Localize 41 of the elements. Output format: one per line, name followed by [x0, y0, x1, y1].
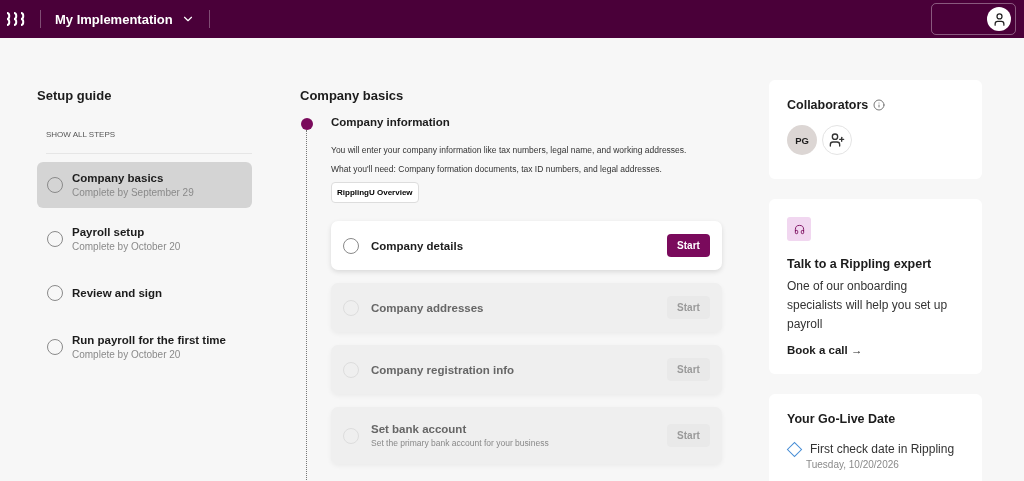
guide-step[interactable]: Review and sign [37, 270, 252, 316]
book-call-link[interactable]: Book a call → [787, 344, 964, 356]
section-title: Company basics [300, 88, 405, 103]
show-all-steps-link[interactable]: SHOW ALL STEPS [46, 130, 252, 154]
overview-button[interactable]: RipplingU Overview [331, 182, 419, 203]
card-title: Talk to a Rippling expert [787, 257, 933, 271]
workspace-dropdown[interactable]: My Implementation [55, 11, 195, 27]
step-description: You will enter your company information like tax numbers, legal name, and working addresses. [331, 145, 688, 155]
milestone-date: Tuesday, 10/20/2026 [806, 459, 900, 470]
step-title: Company basics [72, 172, 165, 184]
collaborator-avatar[interactable]: PG [787, 125, 817, 155]
milestone-title: First check date in Rippling [810, 441, 955, 458]
section-title: Setup guide [37, 88, 113, 103]
step-due-date: Complete by October 20 [72, 349, 182, 360]
headset-icon [787, 217, 811, 241]
start-button[interactable]: Start [667, 234, 710, 257]
add-user-icon [829, 132, 845, 148]
guide-step[interactable]: Company basics Complete by September 29 [37, 162, 252, 208]
info-icon[interactable] [873, 99, 886, 111]
add-collaborator-button[interactable] [822, 125, 852, 155]
step-due-date: Complete by September 29 [72, 187, 194, 198]
guide-step[interactable]: Payroll setup Complete by October 20 [37, 216, 252, 262]
card-title: Collaborators [787, 98, 869, 112]
task-title: Company addresses [371, 301, 484, 314]
task-title: Company details [371, 239, 464, 252]
step-due-date: Complete by October 20 [72, 241, 181, 252]
task-title: Company registration info [371, 363, 515, 376]
task-description: Set the primary bank account for your business [371, 438, 549, 448]
step-requirements: What you'll need: Company formation documents, tax ID numbers, and legal addresses. [331, 164, 663, 174]
step-title: Review and sign [72, 287, 163, 299]
card-text: One of our onboarding specialists will help you set up payroll [787, 278, 949, 333]
card-title: Your Go-Live Date [787, 412, 897, 426]
guide-step[interactable]: Run payroll for the first time Complete by October 20 [37, 324, 252, 370]
timeline-dot-icon [300, 118, 313, 130]
step-title: Company information [331, 116, 451, 128]
step-title: Payroll setup [72, 226, 146, 238]
profile-button[interactable] [931, 3, 1016, 35]
user-icon [987, 7, 1011, 31]
logo-icon[interactable] [6, 12, 26, 26]
step-title: Run payroll for the first time [72, 334, 226, 346]
task-title: Set bank account [371, 423, 468, 435]
